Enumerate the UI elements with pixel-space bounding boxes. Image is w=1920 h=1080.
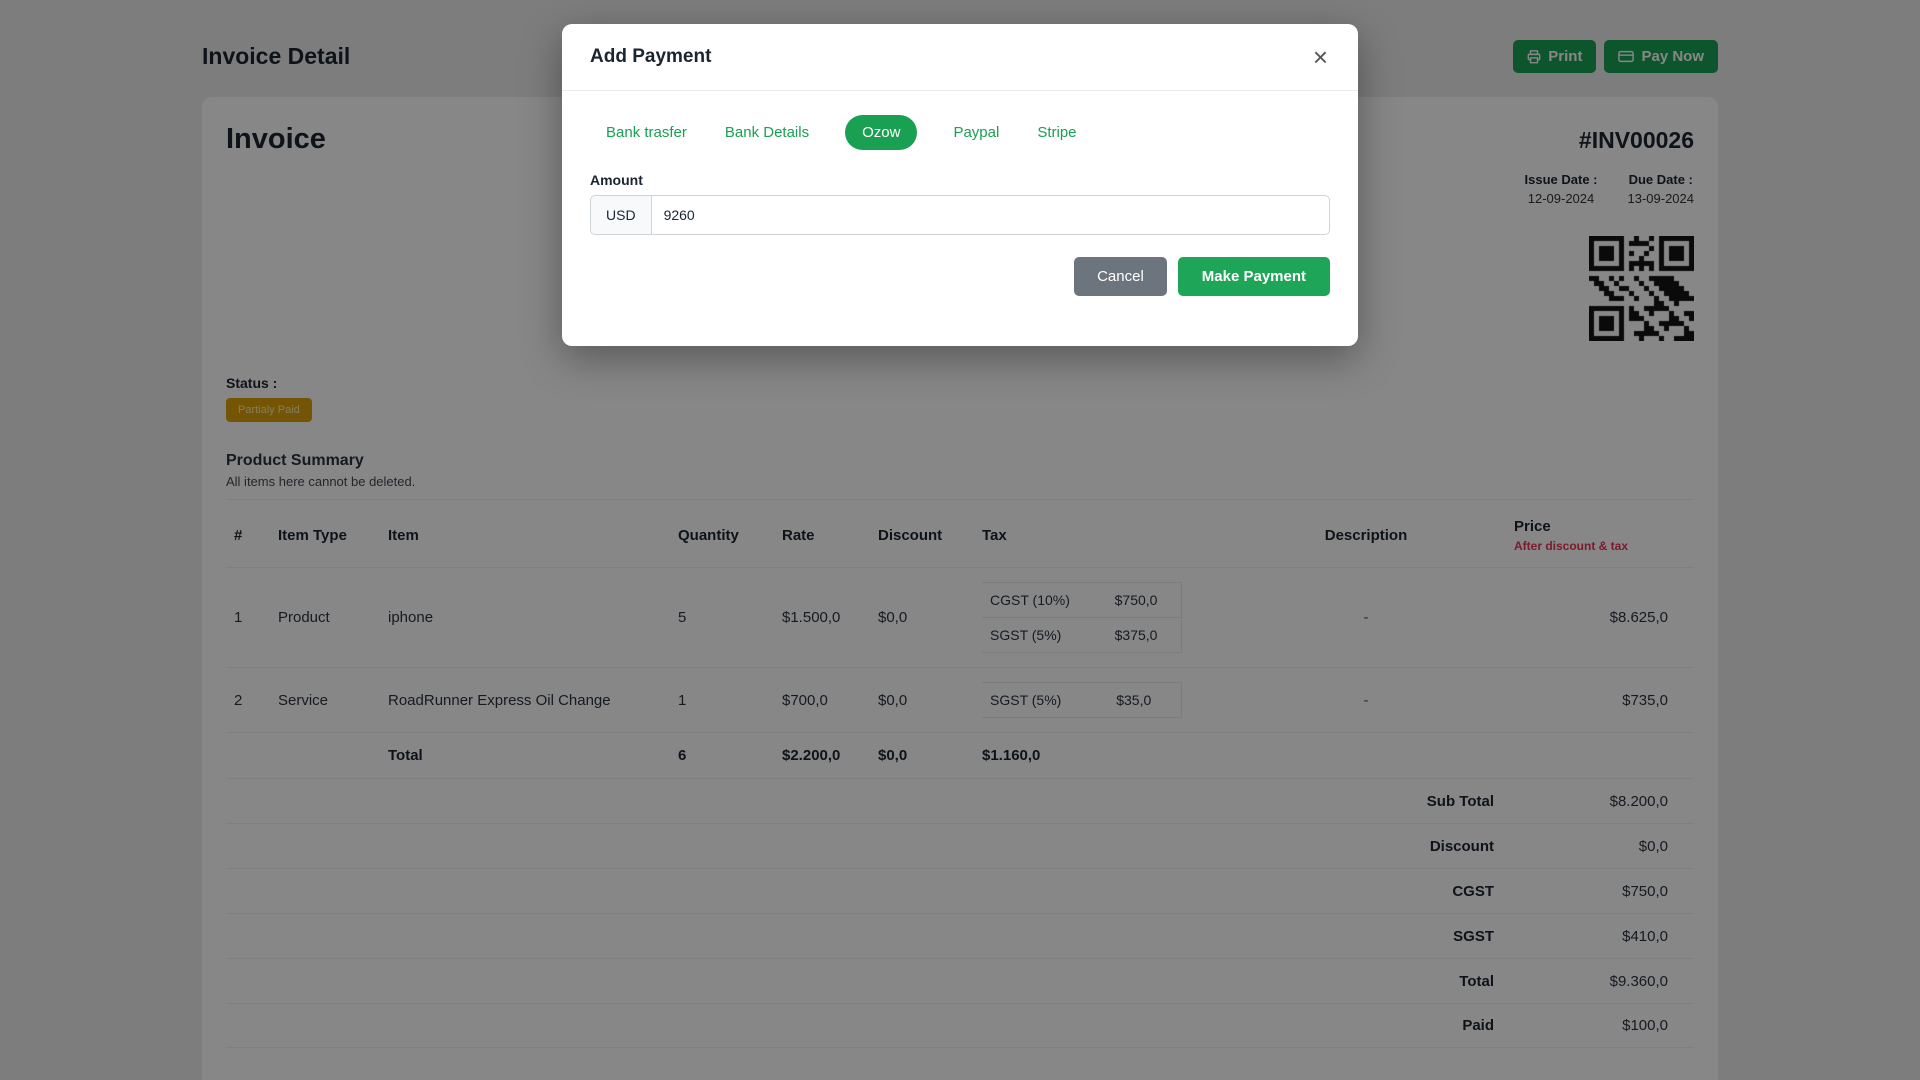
currency-addon: USD [590,195,652,235]
amount-label: Amount [590,172,643,188]
cancel-button[interactable]: Cancel [1074,257,1167,296]
tab-bank-details[interactable]: Bank Details [723,116,811,149]
payment-method-tabs: Bank trasfer Bank Details Ozow Paypal St… [590,115,1330,150]
add-payment-modal: Add Payment × Bank trasfer Bank Details … [562,24,1358,346]
modal-footer: Cancel Make Payment [562,235,1358,346]
modal-header: Add Payment × [562,24,1358,91]
tab-paypal[interactable]: Paypal [951,116,1001,149]
modal-body: Bank trasfer Bank Details Ozow Paypal St… [562,91,1358,235]
tab-ozow[interactable]: Ozow [845,115,918,150]
tab-bank-transfer[interactable]: Bank trasfer [604,116,689,149]
make-payment-button[interactable]: Make Payment [1177,257,1330,296]
modal-title: Add Payment [590,46,712,67]
close-icon[interactable]: × [1311,44,1330,70]
amount-input[interactable] [651,195,1330,235]
tab-stripe[interactable]: Stripe [1035,116,1078,149]
amount-input-group: USD [590,195,1330,235]
